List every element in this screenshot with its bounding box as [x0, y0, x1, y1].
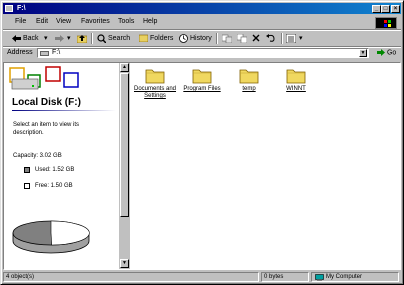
- forward-dropdown[interactable]: ▾: [67, 33, 71, 44]
- undo-icon: [266, 34, 275, 42]
- folder-item[interactable]: WINNT: [273, 67, 319, 93]
- folder-item[interactable]: temp: [226, 67, 272, 93]
- disk-usage-pie: [12, 220, 90, 254]
- search-button[interactable]: Search: [97, 33, 130, 44]
- search-icon: [97, 34, 106, 43]
- used-text: Used: 1.52 GB: [35, 167, 75, 173]
- window-title: F:\: [17, 5, 26, 12]
- windows-logo-icon: [375, 17, 397, 29]
- status-size: 0 bytes: [261, 272, 309, 282]
- copy-to-icon: [237, 33, 247, 43]
- address-dropdown-button[interactable]: ▼: [359, 49, 367, 57]
- pane-scrollbar[interactable]: ▲ ▼: [119, 63, 130, 269]
- views-dropdown[interactable]: ▾: [299, 33, 303, 44]
- scroll-thumb[interactable]: [120, 73, 129, 217]
- drive-banner-icon: [9, 66, 79, 90]
- history-button[interactable]: History: [179, 33, 212, 44]
- menu-tools[interactable]: Tools: [118, 18, 134, 25]
- drive-title: Local Disk (F:): [12, 97, 81, 108]
- web-view-pane: Local Disk (F:) Select an item to view i…: [4, 63, 119, 269]
- my-computer-icon: [315, 274, 324, 281]
- drive-icon: [40, 51, 49, 56]
- main-content: Local Disk (F:) Select an item to view i…: [3, 62, 401, 270]
- history-icon: [179, 33, 188, 43]
- folder-label: WINNT: [286, 86, 306, 92]
- go-label: Go: [386, 49, 397, 57]
- address-input[interactable]: F:\ ▼: [37, 48, 369, 58]
- address-label: Address: [7, 49, 33, 56]
- folder-item[interactable]: Program Files: [179, 67, 225, 93]
- minimize-button[interactable]: _: [372, 5, 381, 13]
- toolbar-separator: [216, 33, 218, 44]
- status-zone-label: My Computer: [326, 274, 363, 280]
- scroll-up-button[interactable]: ▲: [120, 63, 129, 72]
- address-bar: Address F:\ ▼ Go: [3, 47, 401, 60]
- drive-icon: [5, 5, 13, 12]
- toolbar-separator: [91, 33, 93, 44]
- folder-icon: [286, 67, 306, 84]
- folder-icon: [239, 67, 259, 84]
- folder-label: Program Files: [183, 86, 221, 92]
- search-label: Search: [108, 35, 131, 42]
- folder-label: temp: [242, 86, 256, 92]
- folder-item[interactable]: Documents and Settings: [132, 67, 178, 100]
- toolbar-separator: [281, 33, 283, 44]
- folder-icon: [192, 67, 212, 84]
- move-to-button[interactable]: [222, 33, 234, 44]
- history-label: History: [190, 35, 212, 42]
- menu-file[interactable]: File: [15, 18, 26, 25]
- maximize-button[interactable]: □: [381, 5, 390, 13]
- back-arrow-icon: [12, 34, 21, 42]
- go-button[interactable]: Go: [377, 49, 396, 56]
- back-dropdown[interactable]: ▾: [44, 33, 48, 44]
- capacity-text: Capacity: 3.02 GB: [13, 153, 62, 159]
- menu-favorites[interactable]: Favorites: [81, 18, 110, 25]
- forward-button[interactable]: [55, 33, 66, 44]
- delete-button[interactable]: [252, 33, 262, 44]
- toolbar: Back ▾ ▾ Search Folders History ▾: [3, 31, 401, 46]
- close-button[interactable]: ×: [391, 5, 400, 13]
- back-button[interactable]: Back: [12, 33, 39, 44]
- status-zone: My Computer: [311, 272, 399, 282]
- scroll-down-button[interactable]: ▼: [120, 259, 129, 268]
- up-folder-icon: [77, 34, 87, 43]
- free-legend-swatch: [24, 183, 30, 189]
- folders-icon: [139, 34, 148, 43]
- menu-edit[interactable]: Edit: [36, 18, 48, 25]
- title-underline: [12, 110, 116, 111]
- folder-icon: [145, 67, 165, 84]
- copy-to-button[interactable]: [237, 33, 249, 44]
- menu-bar: File Edit View Favorites Tools Help: [3, 15, 401, 29]
- status-bar: 4 object(s) 0 bytes My Computer: [3, 272, 401, 283]
- used-legend-swatch: [24, 167, 30, 173]
- forward-arrow-icon: [55, 34, 64, 42]
- views-icon: [286, 33, 296, 43]
- back-label: Back: [23, 35, 39, 42]
- title-bar[interactable]: F:\ _ □ ×: [3, 3, 401, 14]
- folders-button[interactable]: Folders: [139, 33, 173, 44]
- folders-label: Folders: [150, 35, 174, 42]
- status-object-count: 4 object(s): [3, 272, 259, 282]
- free-text: Free: 1.50 GB: [35, 183, 73, 189]
- delete-icon: [252, 34, 260, 42]
- undo-button[interactable]: [266, 33, 278, 44]
- folder-label: Documents and Settings: [133, 86, 177, 99]
- up-button[interactable]: [77, 33, 89, 44]
- description-text: Select an item to view its description.: [13, 122, 80, 136]
- go-arrow-icon: [377, 49, 385, 56]
- file-list: Documents and Settings Program Files tem…: [130, 63, 400, 269]
- views-button[interactable]: [286, 33, 298, 44]
- move-to-icon: [222, 34, 232, 43]
- menu-help[interactable]: Help: [143, 18, 157, 25]
- menu-view[interactable]: View: [56, 18, 71, 25]
- address-value: F:\: [52, 49, 61, 56]
- explorer-window: F:\ _ □ × File Edit View Favorites Tools…: [0, 0, 404, 285]
